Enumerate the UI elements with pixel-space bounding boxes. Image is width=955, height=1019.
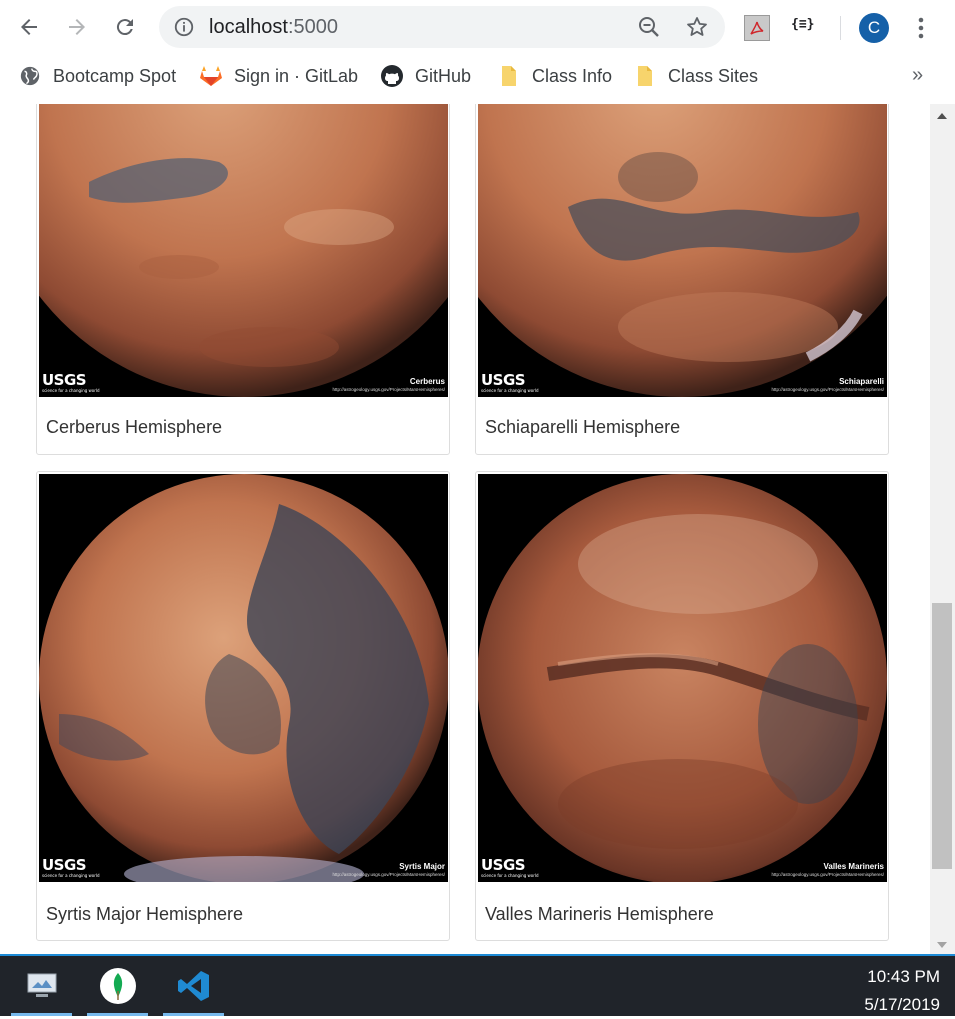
hemisphere-title[interactable]: Schiaparelli Hemisphere <box>485 417 680 438</box>
image-caption-url: http://astrogeology.usgs.gov/Projects/Ma… <box>771 872 884 877</box>
bookmark-folder-class-sites[interactable]: Class Sites <box>633 56 758 96</box>
scroll-down-arrow-icon[interactable] <box>937 942 947 948</box>
image-caption-url: http://astrogeology.usgs.gov/Projects/Ma… <box>332 387 445 392</box>
url-host: localhost <box>209 16 288 38</box>
usgs-logo: USGS science for a changing world <box>42 371 100 394</box>
usgs-tagline: science for a changing world <box>42 388 100 393</box>
bookmark-github[interactable]: GitHub <box>380 56 471 96</box>
hemisphere-image[interactable]: USGS science for a changing world Syrtis … <box>39 474 448 882</box>
hemisphere-card: USGS science for a changing world Schiapa… <box>475 104 889 455</box>
gitlab-icon <box>199 64 223 88</box>
folder-icon <box>633 64 657 88</box>
usgs-logo-text: USGS <box>42 856 87 874</box>
mars-planet-image <box>478 104 887 397</box>
image-caption-name: Syrtis Major <box>399 862 445 871</box>
back-button[interactable] <box>12 10 46 44</box>
image-caption-url: http://astrogeology.usgs.gov/Projects/Ma… <box>771 387 884 392</box>
json-formatter-extension-icon[interactable]: {≡} <box>791 17 814 32</box>
profile-avatar[interactable]: C <box>859 13 889 43</box>
hemisphere-image[interactable]: USGS science for a changing world Cerberu… <box>39 104 448 397</box>
system-clock[interactable]: 10:43 PM 5/17/2019 <box>864 963 940 1019</box>
zoom-out-icon[interactable] <box>637 15 661 39</box>
hemisphere-title[interactable]: Syrtis Major Hemisphere <box>46 904 243 925</box>
usgs-tagline: science for a changing world <box>42 873 100 878</box>
usgs-logo: USGS science for a changing world <box>481 371 539 394</box>
mars-planet-image <box>39 104 448 397</box>
bookmark-gitlab[interactable]: Sign in · GitLab <box>199 56 358 96</box>
hemisphere-title[interactable]: Valles Marineris Hemisphere <box>485 904 714 925</box>
image-caption: Syrtis Major http://astrogeology.usgs.go… <box>333 863 445 879</box>
github-icon <box>380 64 404 88</box>
scrollbar-thumb[interactable] <box>932 602 952 869</box>
toolbar-divider <box>840 16 841 40</box>
hemisphere-title[interactable]: Cerberus Hemisphere <box>46 417 222 438</box>
usgs-logo-text: USGS <box>481 371 526 389</box>
image-caption: Schiaparelli http://astrogeology.usgs.go… <box>772 378 884 394</box>
remote-desktop-icon <box>27 973 56 997</box>
scroll-up-arrow-icon[interactable] <box>937 113 947 119</box>
pdf-extension-icon[interactable] <box>744 15 770 41</box>
image-caption-url: http://astrogeology.usgs.gov/Projects/Ma… <box>332 872 445 877</box>
taskbar-app-vscode[interactable] <box>163 956 224 1016</box>
usgs-logo: USGS science for a changing world <box>42 856 100 879</box>
bookmark-star-icon[interactable] <box>685 15 709 39</box>
usgs-tagline: science for a changing world <box>481 388 539 393</box>
taskbar-app-remote-desktop[interactable] <box>11 956 72 1016</box>
image-caption-name: Cerberus <box>409 377 445 386</box>
hemisphere-image[interactable]: USGS science for a changing world Schiapa… <box>478 104 887 397</box>
bookmark-label: Class Sites <box>668 65 759 86</box>
bookmark-label: Class Info <box>532 65 613 86</box>
bookmarks-bar: Bootcamp Spot Sign in · GitLab GitHub Cl… <box>0 56 955 96</box>
folder-icon <box>497 64 521 88</box>
mars-planet-image <box>478 474 887 882</box>
usgs-logo-text: USGS <box>42 371 87 389</box>
more-menu-icon[interactable] <box>911 15 931 41</box>
back-arrow-icon <box>21 19 37 35</box>
vertical-scrollbar[interactable] <box>930 104 955 954</box>
hemisphere-card: USGS science for a changing world Syrtis … <box>36 471 450 941</box>
url-text[interactable]: localhost:5000 <box>209 15 338 39</box>
mars-planet-image <box>39 474 448 882</box>
hemisphere-card: USGS science for a changing world Valles … <box>475 471 889 941</box>
address-bar[interactable]: localhost:5000 <box>159 6 725 48</box>
acrobat-glyph-icon <box>750 21 764 35</box>
bookmark-folder-class-info[interactable]: Class Info <box>497 56 612 96</box>
reload-icon <box>116 19 133 36</box>
clock-time: 10:43 PM <box>867 967 940 986</box>
hemisphere-card: USGS science for a changing world Cerberu… <box>36 104 450 455</box>
taskbar-app-mongodb[interactable] <box>87 956 148 1016</box>
forward-arrow-icon <box>69 19 85 35</box>
bookmark-label: GitHub <box>415 65 472 86</box>
bookmark-bootcamp-spot[interactable]: Bootcamp Spot <box>18 56 176 96</box>
url-port: :5000 <box>287 16 338 38</box>
clock-date: 5/17/2019 <box>864 995 940 1014</box>
forward-button[interactable] <box>60 10 94 44</box>
bookmarks-overflow-button[interactable]: » <box>912 64 923 87</box>
mongodb-icon <box>99 968 136 1004</box>
image-caption-name: Schiaparelli <box>839 377 884 386</box>
reload-button[interactable] <box>108 10 142 44</box>
browser-toolbar: localhost:5000 {≡} C <box>0 0 955 56</box>
vscode-icon <box>177 971 209 1001</box>
bookmark-label: Bootcamp Spot <box>53 65 177 86</box>
usgs-tagline: science for a changing world <box>481 873 539 878</box>
image-caption: Valles Marineris http://astrogeology.usg… <box>772 863 884 879</box>
page-viewport: USGS science for a changing world Cerberu… <box>0 104 930 954</box>
usgs-logo: USGS science for a changing world <box>481 856 539 879</box>
usgs-logo-text: USGS <box>481 856 526 874</box>
hemisphere-image[interactable]: USGS science for a changing world Valles … <box>478 474 887 882</box>
windows-taskbar: 10:43 PM 5/17/2019 <box>0 954 955 1016</box>
globe-icon <box>18 64 42 88</box>
bookmark-label: Sign in · GitLab <box>234 65 359 86</box>
info-icon[interactable] <box>173 16 195 38</box>
image-caption: Cerberus http://astrogeology.usgs.gov/Pr… <box>333 378 445 394</box>
image-caption-name: Valles Marineris <box>823 862 884 871</box>
